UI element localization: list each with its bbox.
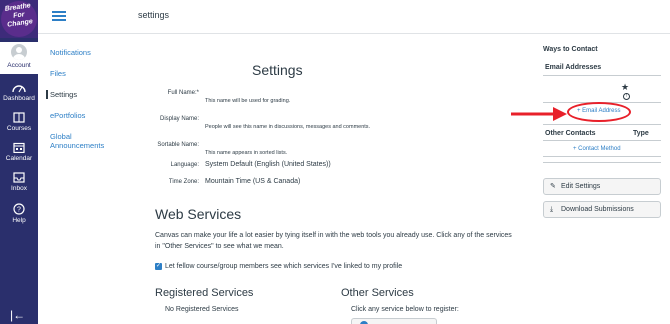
nav-dashboard-label: Dashboard	[3, 95, 35, 102]
full-name-note: This name will be used for grading.	[205, 98, 291, 104]
timezone-label: Time Zone:	[168, 179, 199, 185]
registered-services-empty: No Registered Services	[165, 306, 239, 313]
other-contacts-header: Other Contacts	[545, 130, 596, 137]
annotation-arrow-icon	[511, 107, 567, 121]
display-name-note: People will see this name in discussions…	[205, 124, 371, 130]
display-name-label: Display Name:	[159, 116, 199, 122]
divider	[543, 140, 661, 141]
help-icon: ?	[13, 203, 25, 215]
collapse-nav-icon[interactable]: |←	[10, 308, 25, 322]
divider	[543, 156, 661, 157]
checkbox-checked-icon[interactable]: ✓	[155, 263, 162, 270]
other-services-desc: Click any service below to register:	[351, 306, 459, 313]
nav-inbox[interactable]: Inbox	[0, 172, 38, 192]
subnav-notifications[interactable]: Notifications	[50, 48, 130, 57]
web-services-checkbox-label: Let fellow course/group members see whic…	[165, 263, 403, 270]
pencil-icon: ✎	[550, 183, 556, 190]
topbar: settings	[38, 0, 670, 34]
ways-to-contact-title: Ways to Contact	[543, 46, 598, 53]
web-services-desc: Canvas can make your life a lot easier b…	[155, 232, 512, 250]
logo-text: Breathe For Change	[4, 2, 34, 29]
subnav-files[interactable]: Files	[50, 69, 130, 78]
edit-settings-label: Edit Settings	[561, 183, 601, 190]
language-value: System Default (English (United States))	[205, 161, 331, 168]
nav-calendar[interactable]: Calendar	[0, 142, 38, 162]
nav-help-label: Help	[12, 217, 26, 224]
language-label: Language:	[170, 162, 199, 168]
subnav-settings[interactable]: Settings	[46, 90, 130, 99]
subnav-global-announcements[interactable]: Global Announcements	[50, 132, 114, 150]
nav-courses-label: Courses	[6, 125, 32, 132]
nav-account[interactable]: Account	[0, 42, 38, 74]
nav-account-label: Account	[7, 62, 31, 69]
subnav-eportfolios[interactable]: ePortfolios	[50, 111, 130, 120]
download-icon: ⤓	[550, 206, 554, 213]
sortable-name-label: Sortable Name:	[157, 142, 199, 148]
edit-settings-button[interactable]: ✎ Edit Settings	[543, 178, 661, 195]
email-addresses-header: Email Addresses	[543, 64, 661, 76]
svg-text:?: ?	[17, 207, 21, 214]
global-nav: Breathe For Change Account Dashboard Cou…	[0, 0, 38, 324]
add-contact-method-link[interactable]: + Contact Method	[573, 146, 621, 152]
web-services-checkbox-row[interactable]: ✓ Let fellow course/group members see wh…	[155, 263, 402, 270]
dashboard-icon	[12, 85, 26, 93]
avatar	[11, 44, 27, 60]
nav-courses[interactable]: Courses	[0, 112, 38, 132]
calendar-icon	[13, 142, 25, 153]
download-submissions-button[interactable]: ⤓ Download Submissions	[543, 201, 661, 218]
info-icon: !	[623, 93, 630, 100]
type-header: Type	[633, 130, 649, 137]
annotation-oval	[567, 102, 631, 122]
default-star-icon: ★	[621, 82, 630, 92]
page-title: Settings	[252, 62, 303, 78]
brand-logo[interactable]: Breathe For Change	[0, 0, 38, 38]
other-service-button[interactable]	[351, 318, 437, 324]
courses-icon	[13, 112, 25, 123]
user-subnav: Notifications Files Settings ePortfolios…	[46, 48, 130, 162]
nav-calendar-label: Calendar	[5, 155, 33, 162]
divider	[543, 124, 661, 125]
inbox-icon	[13, 172, 25, 183]
hamburger-icon[interactable]	[52, 11, 66, 21]
nav-dashboard[interactable]: Dashboard	[0, 82, 38, 102]
registered-services-title: Registered Services	[155, 287, 254, 299]
nav-help[interactable]: ? Help	[0, 203, 38, 224]
other-services-title: Other Services	[341, 287, 414, 299]
timezone-value: Mountain Time (US & Canada)	[205, 178, 301, 185]
divider	[543, 162, 661, 163]
full-name-label: Full Name:*	[167, 90, 199, 96]
web-services-title: Web Services	[155, 206, 242, 222]
breadcrumb: settings	[138, 10, 170, 20]
download-submissions-label: Download Submissions	[561, 206, 634, 213]
sortable-name-note: This name appears in sorted lists.	[205, 150, 288, 156]
nav-inbox-label: Inbox	[11, 185, 27, 192]
